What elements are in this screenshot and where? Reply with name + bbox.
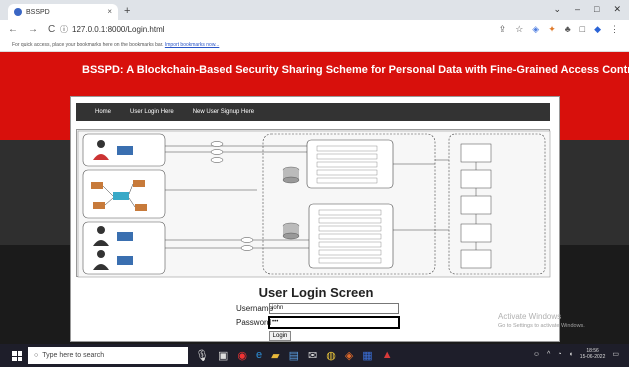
minimize-icon[interactable]: – (575, 4, 580, 15)
word-icon[interactable]: ▦ (362, 349, 372, 362)
import-bookmarks-link[interactable]: Import bookmarks now... (165, 42, 219, 48)
activate-windows-title: Activate Windows (498, 312, 562, 321)
address-bar-row: ← → C ⓘ 127.0.0.1:8000/Login.html ⇪ ☆ ◈ … (0, 20, 629, 40)
windows-start-icon[interactable] (12, 351, 22, 361)
page-title: BSSPD: A Blockchain-Based Security Shari… (82, 64, 629, 76)
sidebar-icon[interactable]: □ (580, 24, 585, 35)
new-tab-icon[interactable]: + (124, 5, 130, 17)
extensions-puzzle-icon[interactable]: ♣ (565, 24, 571, 35)
back-icon[interactable]: ← (8, 24, 18, 35)
search-placeholder: Type here to search (42, 352, 105, 359)
mail-icon[interactable]: ✉ (308, 349, 317, 362)
extension-icons: ⇪ ☆ ◈ ✦ ♣ □ ◆ ⋮ (499, 24, 619, 35)
chrome-icon[interactable]: ◍ (326, 349, 336, 362)
tab-search-icon[interactable]: ⌄ (553, 4, 561, 15)
username-label: Username (236, 304, 273, 313)
profile-icon[interactable]: ◆ (594, 24, 601, 35)
activate-windows-subtitle: Go to Settings to activate Windows. (498, 323, 585, 329)
nav-buttons: ← → C (8, 24, 55, 35)
url-field[interactable]: ⓘ 127.0.0.1:8000/Login.html (60, 24, 165, 35)
window-controls: ⌄ – □ ✕ (553, 4, 621, 15)
taskbar-search[interactable]: ○ Type here to search (28, 347, 188, 364)
nav-user-login[interactable]: User Login Here (130, 109, 174, 115)
people-icon[interactable]: ☺ (533, 351, 540, 358)
notification-icon[interactable]: ▭ (612, 350, 619, 358)
url-text[interactable]: 127.0.0.1:8000/Login.html (72, 25, 165, 34)
password-label: Password (236, 318, 272, 327)
login-button[interactable]: Login (269, 331, 291, 341)
favicon-icon (14, 8, 22, 16)
password-input[interactable]: ••• (268, 316, 400, 329)
store-icon[interactable]: ▤ (289, 349, 299, 362)
chevron-up-icon[interactable]: ^ (547, 351, 550, 358)
task-view-icon[interactable]: ▣ (218, 349, 228, 362)
tab-title: BSSPD (26, 8, 50, 16)
mic-icon[interactable]: 🎙 (195, 349, 209, 362)
info-icon[interactable]: ⓘ (60, 24, 68, 35)
content-card: Home User Login Here New User Signup Her… (70, 96, 560, 342)
share-icon[interactable]: ⇪ (499, 24, 507, 35)
browser-tab[interactable]: BSSPD × (8, 4, 118, 20)
edge-icon[interactable]: e (256, 349, 262, 362)
search-icon: ○ (34, 352, 39, 359)
architecture-diagram-image (77, 130, 551, 278)
clock[interactable]: 18:56 15-06-2022 (580, 348, 606, 360)
system-tray: ☺ ^ ◔ ◖ 18:56 15-06-2022 ▭ (533, 348, 619, 360)
taskbar-apps: 🎙 ▣ ◉ e ▰ ▤ ✉ ◍ ◈ ▦ ▲ (195, 349, 393, 362)
banner: BSSPD: A Blockchain-Based Security Shari… (0, 52, 629, 94)
menu-icon[interactable]: ⋮ (610, 24, 619, 35)
opera-icon[interactable]: ◉ (237, 349, 247, 362)
extension-shield-icon[interactable]: ◈ (532, 24, 539, 35)
taskbar: ○ Type here to search 🎙 ▣ ◉ e ▰ ▤ ✉ ◍ ◈ … (0, 344, 629, 367)
bookmarks-message: For quick access, place your bookmarks h… (12, 42, 164, 48)
clock-date: 15-06-2022 (579, 354, 606, 360)
media-icon[interactable]: ◈ (345, 349, 353, 362)
extension-fox-icon[interactable]: ✦ (548, 24, 556, 35)
reload-icon[interactable]: C (48, 24, 55, 35)
close-window-icon[interactable]: ✕ (613, 4, 621, 15)
web-page: BSSPD: A Blockchain-Based Security Shari… (0, 52, 629, 344)
tab-close-icon[interactable]: × (107, 7, 112, 16)
acrobat-icon[interactable]: ▲ (382, 349, 393, 362)
architecture-diagram (76, 129, 551, 278)
folder-icon[interactable]: ▰ (271, 349, 279, 362)
username-input[interactable]: john (269, 303, 399, 314)
top-nav: Home User Login Here New User Signup Her… (76, 103, 550, 121)
nav-new-user-signup[interactable]: New User Signup Here (193, 109, 254, 115)
star-icon[interactable]: ☆ (515, 24, 523, 35)
username-row: Username john (236, 303, 399, 314)
password-row: Password ••• (236, 316, 400, 329)
maximize-icon[interactable]: □ (594, 4, 599, 15)
volume-icon[interactable]: ◖ (569, 351, 573, 358)
forward-icon[interactable]: → (28, 24, 38, 35)
nav-home[interactable]: Home (95, 109, 111, 115)
network-icon[interactable]: ◔ (557, 351, 561, 358)
bookmarks-bar: For quick access, place your bookmarks h… (0, 40, 629, 52)
form-title: User Login Screen (258, 285, 374, 300)
browser-tab-strip: BSSPD × + ⌄ – □ ✕ (0, 0, 629, 20)
